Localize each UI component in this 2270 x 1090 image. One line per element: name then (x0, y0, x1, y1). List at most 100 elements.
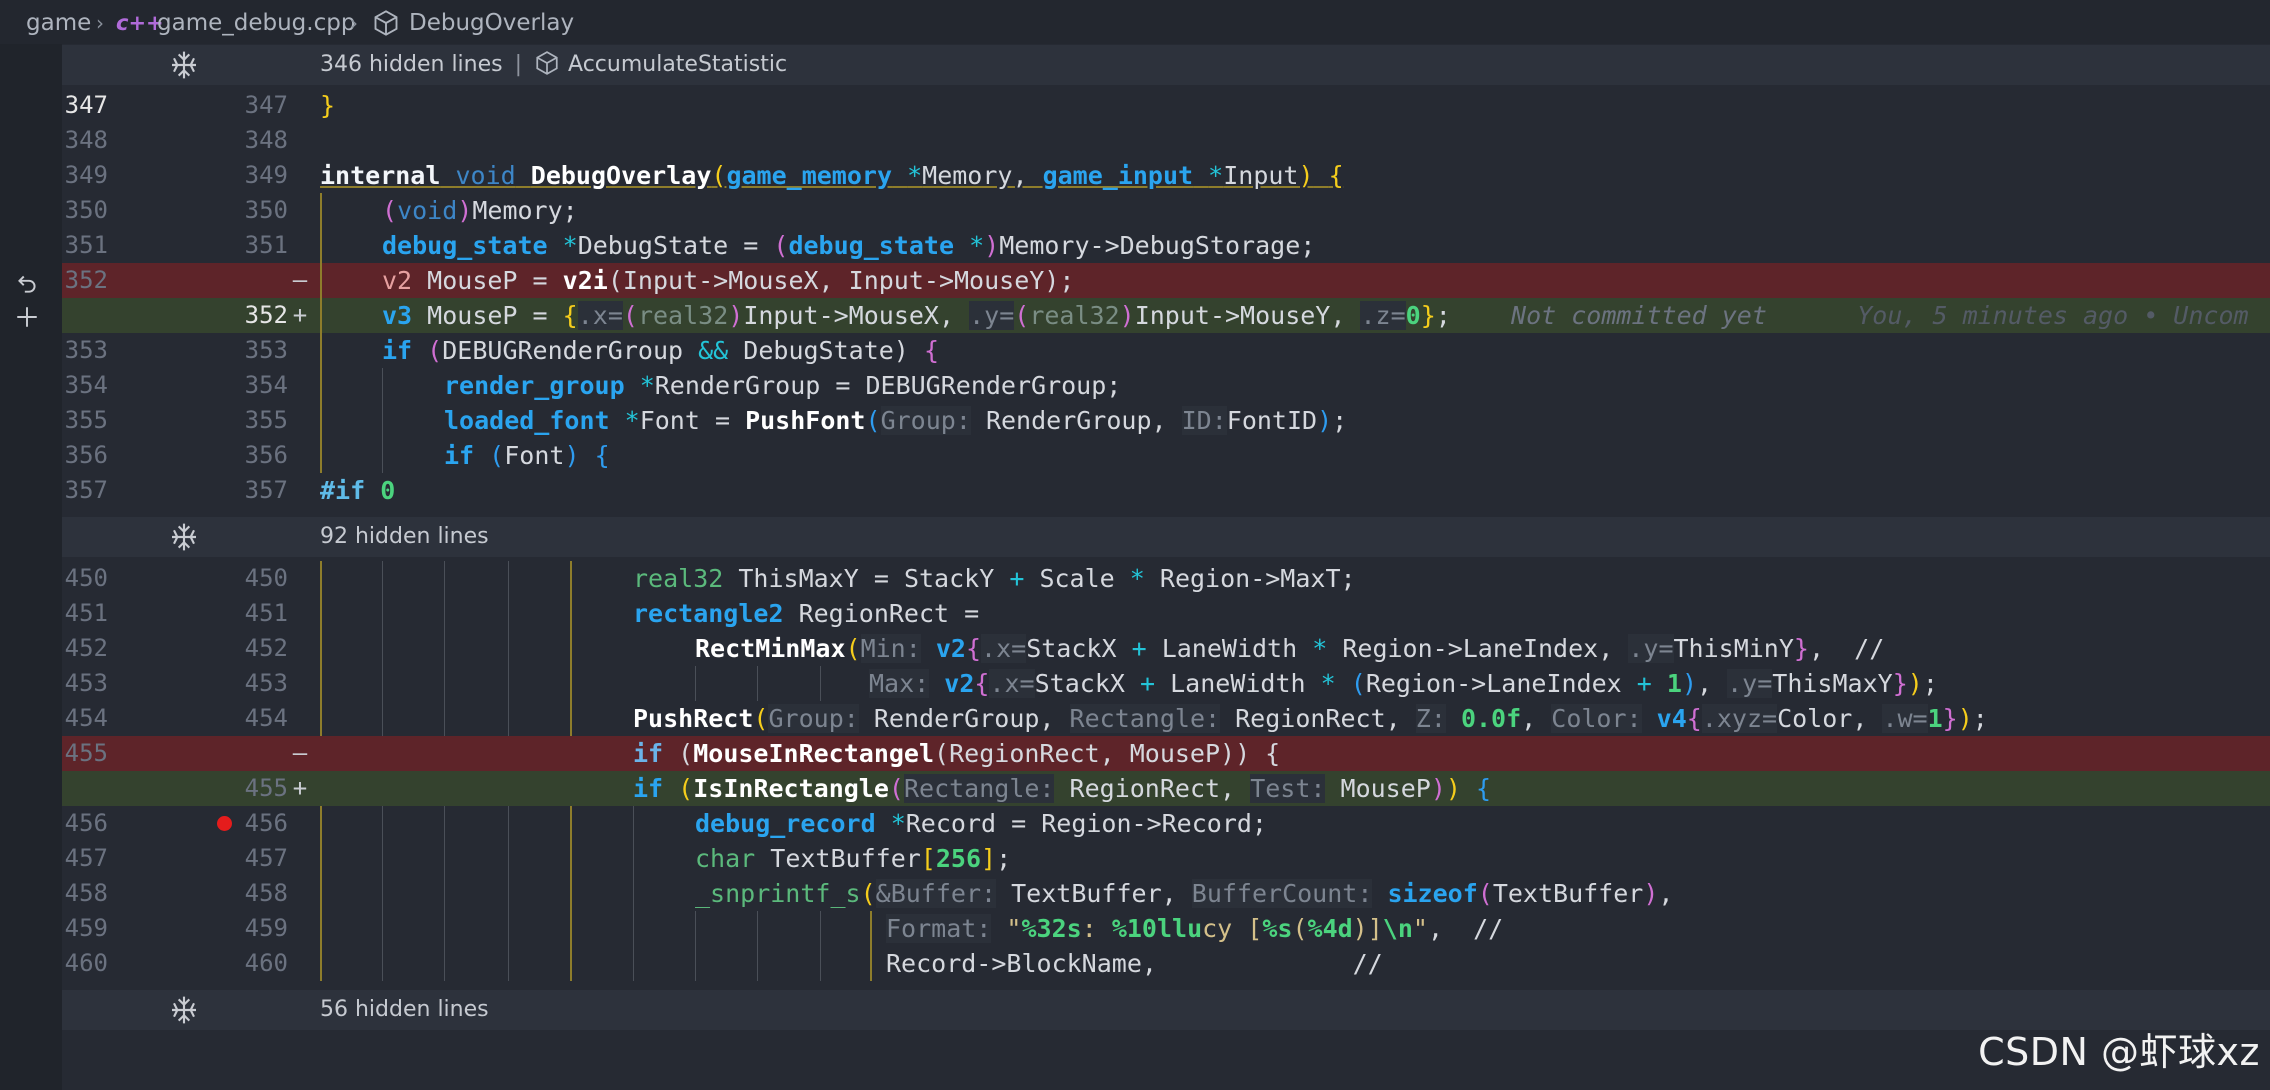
breadcrumb-folder[interactable]: game (26, 9, 91, 37)
code-token: MouseP = (427, 301, 548, 330)
indent-guide (570, 701, 572, 736)
code-line[interactable]: 451 451 rectangle2 RegionRect = (62, 596, 2270, 631)
inlay-hint: Rectangle: (903, 774, 1055, 803)
code-token: sizeof (1387, 879, 1478, 908)
deleted-code-line[interactable]: 352 — v2 MouseP = v2i(Input->MouseX, Inp… (62, 263, 2270, 298)
code-line[interactable]: 350 350 (void)Memory; (62, 193, 2270, 228)
code-token: DEBUGRenderGroup (442, 336, 684, 365)
line-number-new: 357 (244, 476, 288, 504)
folded-region[interactable]: 346 hidden lines | AccumulateStatistic (62, 45, 2270, 85)
folded-region[interactable]: 92 hidden lines (62, 517, 2270, 557)
fold-icon[interactable] (168, 994, 200, 1026)
indent-guide (444, 806, 445, 841)
code-token: : (1081, 914, 1112, 943)
inlay-hint: Max: (869, 669, 930, 698)
code-token: %4d (1307, 914, 1353, 943)
code-line[interactable]: 356 356 if (Font) { (62, 438, 2270, 473)
code-token: MouseInRectangel (693, 739, 935, 768)
line-number-old: 453 (64, 669, 108, 697)
code-line[interactable]: 458 458 _snprintf_s(&Buffer: TextBuffer,… (62, 876, 2270, 911)
code-line[interactable]: 452 452 RectMinMax(Min: v2{.x=StackX + L… (62, 631, 2270, 666)
added-code-line[interactable]: 352 + v3 MouseP = {.x=(real32)Input->Mou… (62, 298, 2270, 333)
code-token: Memory->DebugStorage; (999, 231, 1316, 260)
code-token: Region->LaneIndex (1365, 669, 1622, 698)
code-token: TextBuffer, (1011, 879, 1177, 908)
code-token: PushRect (633, 704, 754, 733)
watermark: CSDN @虾球xz (1978, 1030, 2260, 1074)
inlay-hint: .y= (1628, 634, 1674, 663)
code-line[interactable]: 357 357 #if 0 (62, 473, 2270, 508)
fold-icon[interactable] (168, 521, 200, 553)
line-number-old: 348 (64, 126, 108, 154)
deleted-code-line[interactable]: 455 — if (MouseInRectangel(RegionRect, M… (62, 736, 2270, 771)
line-number-old: 451 (64, 599, 108, 627)
inlay-hint: &Buffer: (875, 879, 997, 908)
code-line[interactable]: 354 354 render_group *RenderGroup = DEBU… (62, 368, 2270, 403)
indent-guide (320, 841, 322, 876)
indent-guide (508, 666, 509, 701)
fold-symbol-name[interactable]: AccumulateStatistic (568, 52, 787, 77)
code-token: rectangle2 (633, 599, 784, 628)
code-token: debug_state (382, 231, 548, 260)
code-token: Region->MaxT; (1159, 564, 1356, 593)
indent-guide (570, 806, 572, 841)
git-blame-annotation: Not committed yet (1511, 301, 1767, 330)
code-line[interactable]: 454 454 PushRect(Group: RenderGroup, Rec… (62, 701, 2270, 736)
code-line[interactable]: 348 348 (62, 123, 2270, 158)
code-line[interactable]: 353 353 if (DEBUGRenderGroup && DebugSta… (62, 333, 2270, 368)
code-token: ; (1435, 301, 1451, 330)
inlay-hint: .x= (981, 634, 1027, 663)
folded-region[interactable]: 56 hidden lines (62, 990, 2270, 1030)
code-token: Input->MouseX, Input->MouseY); (622, 266, 1075, 295)
code-token: ThisMaxY = StackY (738, 564, 995, 593)
code-line[interactable]: 460 460 Record->BlockName, // (62, 946, 2270, 981)
indent-guide (444, 911, 445, 946)
add-icon[interactable] (14, 304, 40, 330)
code-line[interactable]: 351 351 debug_state *DebugState = (debug… (62, 228, 2270, 263)
breadcrumb-symbol[interactable]: DebugOverlay (409, 9, 574, 37)
code-token: 1 (1666, 669, 1682, 698)
indent-guide (320, 666, 322, 701)
indent-guide (870, 946, 872, 981)
line-number-new: 356 (244, 441, 288, 469)
line-number-new: 348 (244, 126, 288, 154)
line-number-old: 357 (64, 476, 108, 504)
added-marker: + (292, 301, 308, 329)
code-line[interactable]: 457 457 char TextBuffer[256]; (62, 841, 2270, 876)
code-token: real32 (637, 301, 729, 330)
indent-guide (570, 596, 572, 631)
indent-guide (320, 193, 322, 228)
line-number-old: 349 (64, 161, 108, 189)
code-line[interactable]: 450 450 real32 ThisMaxY = StackY + Scale… (62, 561, 2270, 596)
removed-marker: — (292, 739, 308, 767)
code-token: v3 (382, 301, 413, 330)
code-token: && (698, 336, 729, 365)
indent-guide (382, 561, 383, 596)
code-token: loaded_font (444, 406, 610, 435)
added-code-line[interactable]: 455 + if (IsInRectangle(Rectangle: Regio… (62, 771, 2270, 806)
fold-icon[interactable] (168, 49, 200, 81)
code-line[interactable]: 459 459 Format: "%32s: %10llucy [%s(%4d)… (62, 911, 2270, 946)
code-line[interactable]: 456 456 debug_record *Record = Region->R… (62, 806, 2270, 841)
code-token: %s (1262, 914, 1293, 943)
indent-guide (695, 911, 696, 946)
code-line[interactable]: 453 453 Max: v2{.x=StackX + LaneWidth * … (62, 666, 2270, 701)
indent-guide (570, 946, 572, 981)
line-number-old: 455 (64, 739, 108, 767)
code-token: 0 (380, 476, 396, 505)
code-line[interactable]: 347 347 } (62, 88, 2270, 123)
line-number-new: 352 (244, 301, 288, 329)
code-line[interactable]: 349 349 internal void DebugOverlay(game_… (62, 158, 2270, 193)
code-line[interactable]: 355 355 loaded_font *Font = PushFont(Gro… (62, 403, 2270, 438)
indent-guide (382, 911, 383, 946)
code-token: MouseP = (427, 266, 548, 295)
indent-guide (570, 876, 572, 911)
line-number-new: 456 (244, 809, 288, 837)
breadcrumb-file[interactable]: game_debug.cpp (157, 9, 355, 37)
line-number-new: 460 (244, 949, 288, 977)
indent-guide (382, 631, 383, 666)
indent-guide (320, 701, 322, 736)
revert-icon[interactable] (14, 270, 40, 296)
code-token: RegionRect = (798, 599, 980, 628)
indent-guide (757, 911, 758, 946)
